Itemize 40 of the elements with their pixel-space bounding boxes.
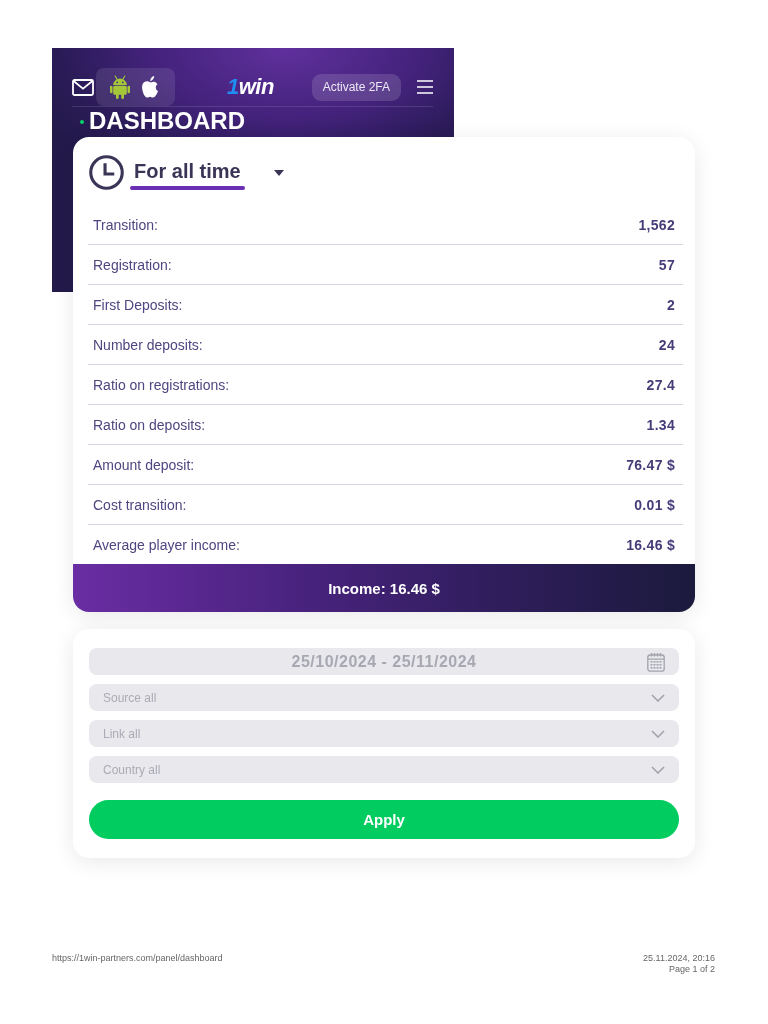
page-number: Page 1 of 2 bbox=[668, 964, 715, 975]
dropdown-field[interactable]: Country all bbox=[89, 756, 679, 783]
stat-value: 24 bbox=[658, 336, 675, 353]
stat-label: Transition: bbox=[93, 216, 158, 233]
stat-label: Ratio on registrations: bbox=[93, 376, 230, 393]
stat-value: 27.4 bbox=[646, 376, 675, 393]
stat-value: 0.01 $ bbox=[634, 496, 675, 513]
stat-label: Amount deposit: bbox=[93, 456, 195, 473]
stat-label: Number deposits: bbox=[93, 336, 203, 353]
mail-icon[interactable] bbox=[72, 78, 94, 96]
period-dropdown[interactable]: For all time bbox=[130, 155, 284, 190]
stat-value: 76.47 $ bbox=[626, 456, 675, 473]
stat-label: Registration: bbox=[93, 256, 172, 273]
stat-value: 57 bbox=[658, 256, 675, 273]
stat-label: Ratio on deposits: bbox=[93, 416, 206, 433]
stat-value: 16.46 $ bbox=[626, 536, 675, 553]
dropdown-field[interactable]: Source all bbox=[89, 684, 679, 711]
caret-icon bbox=[273, 169, 284, 176]
dropdown-field[interactable]: Link all bbox=[89, 720, 679, 747]
logo[interactable]: 1win bbox=[227, 74, 274, 100]
apple-icon[interactable] bbox=[140, 75, 160, 99]
chevron-down-icon bbox=[651, 766, 665, 774]
stat-value: 1.34 bbox=[646, 416, 675, 433]
page-title: DASHBOARD bbox=[89, 107, 245, 135]
dot-icon bbox=[80, 120, 84, 124]
page-url: https://1win-partners.com/panel/dashboard bbox=[52, 953, 223, 964]
stat-value: 2 bbox=[666, 296, 675, 313]
activate-2fa-button[interactable]: Activate 2FA bbox=[311, 73, 401, 101]
android-icon[interactable] bbox=[110, 75, 130, 99]
income-bar: Income: 16.46 $ bbox=[73, 564, 695, 612]
chevron-down-icon bbox=[651, 730, 665, 738]
menu-icon[interactable] bbox=[417, 80, 433, 94]
print-timestamp: 25.11.2024, 20:16 bbox=[643, 953, 715, 964]
chevron-down-icon bbox=[651, 694, 665, 702]
stat-label: First Deposits: bbox=[93, 296, 183, 313]
stat-label: Average player income: bbox=[93, 536, 240, 553]
stat-value: 1,562 bbox=[638, 216, 675, 233]
stat-label: Cost transition: bbox=[93, 496, 187, 513]
clock-icon bbox=[89, 155, 124, 190]
calendar-icon bbox=[647, 652, 665, 672]
